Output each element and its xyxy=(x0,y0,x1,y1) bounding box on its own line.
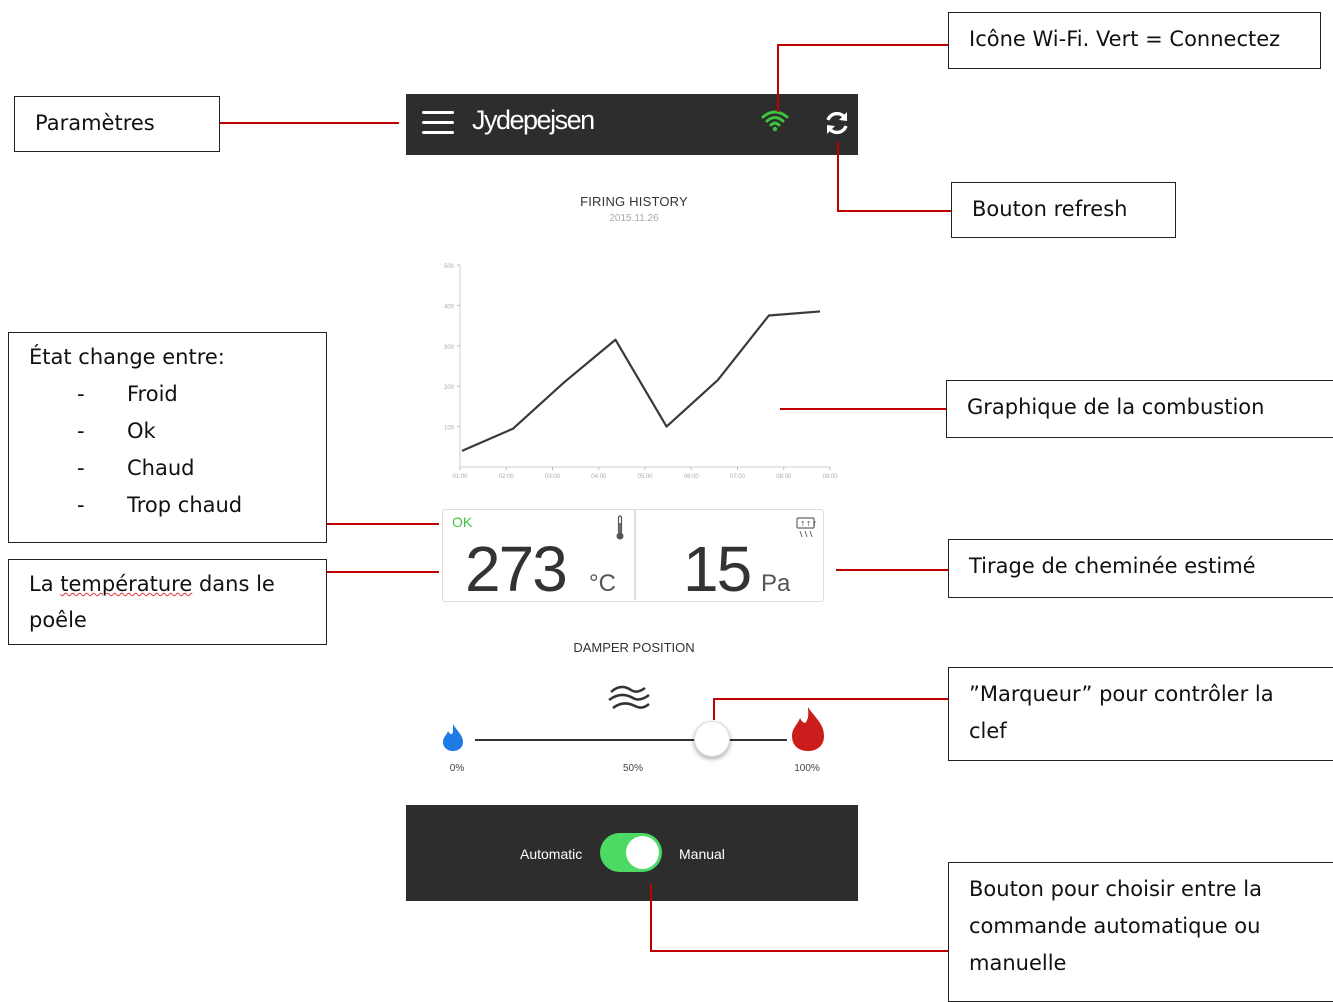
marker-callout-line1: ”Marqueur” pour contrôler la xyxy=(969,682,1274,706)
temperature-value: 273 xyxy=(465,533,568,605)
x-tick-label: 07:00 xyxy=(730,474,746,480)
connector-temperature xyxy=(327,571,439,573)
damper-slider-thumb[interactable] xyxy=(694,721,731,757)
callout-wifi: Icône Wi-Fi. Vert = Connectez xyxy=(948,12,1321,69)
y-tick-label: 200 xyxy=(444,385,455,391)
damper-label-min: 0% xyxy=(449,763,465,774)
callout-settings: Paramètres xyxy=(14,96,220,152)
y-tick-label: 500 xyxy=(444,264,455,270)
mode-toggle[interactable] xyxy=(600,833,662,872)
chimney-icon: ↑↑↑ xyxy=(796,517,816,538)
wifi-icon xyxy=(761,110,789,132)
chart-title: FIRING HISTORY xyxy=(580,194,688,209)
red-flame-icon xyxy=(792,707,824,751)
x-tick-label: 03:00 xyxy=(545,474,561,480)
callout-toggle: Bouton pour choisir entre la commande au… xyxy=(948,862,1333,1002)
connector-refresh xyxy=(837,142,839,210)
callout-temperature: La température dans le poêle xyxy=(8,559,327,645)
x-tick-label: 02:00 xyxy=(499,474,515,480)
y-tick-label: 300 xyxy=(444,345,455,351)
mode-bar: Automatic Manual xyxy=(406,805,858,901)
connector-wifi xyxy=(777,44,779,112)
connector-refresh xyxy=(837,210,951,212)
connector-toggle xyxy=(650,884,652,950)
y-tick-label: 100 xyxy=(444,426,455,432)
connector-toggle xyxy=(650,950,948,952)
damper-slider-track[interactable] xyxy=(475,739,787,741)
state-item: - Ok xyxy=(77,419,156,443)
toggle-callout-line1: Bouton pour choisir entre la xyxy=(969,877,1262,901)
damper-label-mid: 50% xyxy=(622,763,643,774)
state-item: - Froid xyxy=(77,382,178,406)
toggle-knob xyxy=(626,836,659,869)
readings-panel: OK 273 °C ↑↑↑ 15 Pa xyxy=(442,509,824,602)
state-item: - Trop chaud xyxy=(77,493,243,517)
refresh-icon[interactable] xyxy=(823,109,851,137)
damper-label-max: 100% xyxy=(794,763,820,774)
tile-divider xyxy=(634,510,636,600)
temperature-callout-line2: poêle xyxy=(29,608,87,632)
toggle-callout-line3: manuelle xyxy=(969,951,1067,975)
connector-marker xyxy=(713,698,715,720)
chart-date: 2015.11.26 xyxy=(609,213,659,224)
state-item: - Chaud xyxy=(77,456,195,480)
thermometer-icon xyxy=(616,515,624,540)
state-list: - Froid - Ok - Chaud - Trop chaud xyxy=(29,376,306,524)
x-tick-label: 08:00 xyxy=(776,474,792,480)
callout-refresh: Bouton refresh xyxy=(951,182,1176,238)
airflow-icon xyxy=(608,685,650,710)
y-tick-label: 400 xyxy=(444,304,455,310)
damper-title: DAMPER POSITION xyxy=(573,640,695,655)
callout-marker: ”Marqueur” pour contrôler la clef xyxy=(948,667,1333,761)
app-header: Jydepejsen xyxy=(406,94,858,155)
draft-unit: Pa xyxy=(761,570,791,597)
x-tick-label: 04:00 xyxy=(591,474,607,480)
connector-settings xyxy=(219,122,399,124)
connector-state xyxy=(327,523,439,525)
automatic-label: Automatic xyxy=(520,846,583,862)
firing-history-chart: 100 200 300 400 500 01:00 02:00 03:00 04:00 05:00… xyxy=(444,264,838,480)
connector-draft xyxy=(836,569,948,571)
callout-chart: Graphique de la combustion xyxy=(946,380,1333,438)
x-tick-label: 05:00 xyxy=(637,474,653,480)
marker-callout-line2: clef xyxy=(969,719,1007,743)
x-tick-label: 09:00 xyxy=(822,474,838,480)
svg-text:↑↑↑: ↑↑↑ xyxy=(800,520,816,528)
temperature-unit: °C xyxy=(589,570,616,597)
series-line xyxy=(461,310,821,452)
draft-value: 15 xyxy=(683,533,752,605)
x-tick-label: 01:00 xyxy=(452,474,468,480)
connector-chart xyxy=(780,408,946,410)
brand-logo: Jydepejsen xyxy=(472,105,595,135)
manual-label: Manual xyxy=(679,846,725,862)
connector-marker xyxy=(713,698,948,700)
temperature-callout-line1: La température dans le xyxy=(29,572,275,596)
toggle-callout-line2: commande automatique ou xyxy=(969,914,1261,938)
callout-draft: Tirage de cheminée estimé xyxy=(948,539,1333,598)
callout-state: État change entre: - Froid - Ok - Chaud - Tr… xyxy=(8,332,327,543)
status-label: OK xyxy=(452,514,473,530)
connector-wifi xyxy=(777,44,948,46)
state-heading: État change entre: xyxy=(29,345,225,369)
hamburger-icon[interactable] xyxy=(422,111,454,135)
blue-flame-icon xyxy=(443,724,463,751)
x-tick-label: 06:00 xyxy=(684,474,700,480)
